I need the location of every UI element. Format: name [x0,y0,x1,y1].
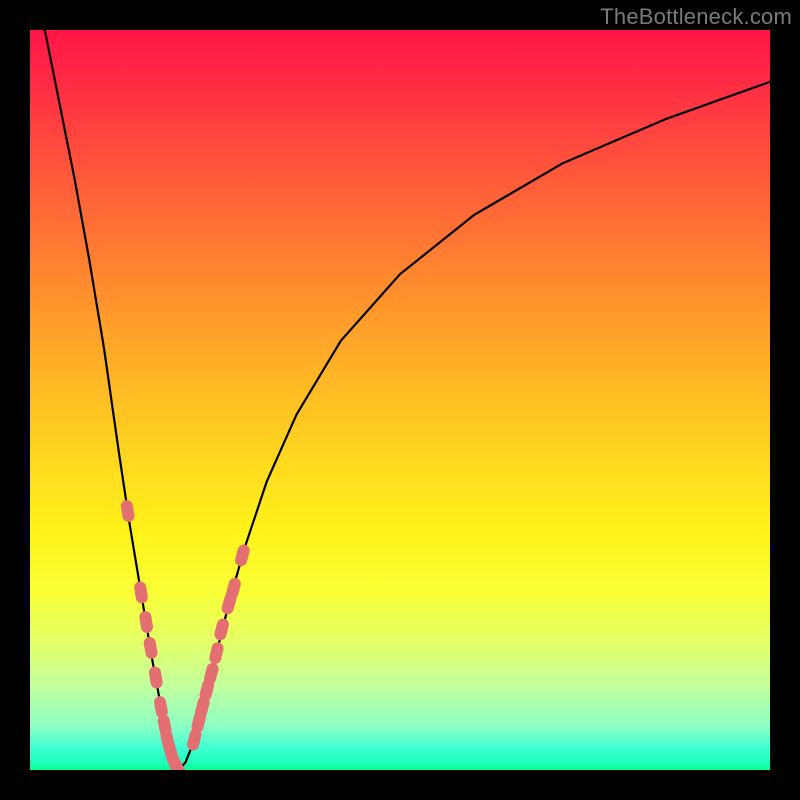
watermark-text: TheBottleneck.com [600,4,792,30]
chart-svg [30,30,770,770]
markers-right [186,543,251,752]
markers-left [120,499,187,770]
curve [45,30,770,770]
plot-area [30,30,770,770]
chart-frame: TheBottleneck.com [0,0,800,800]
